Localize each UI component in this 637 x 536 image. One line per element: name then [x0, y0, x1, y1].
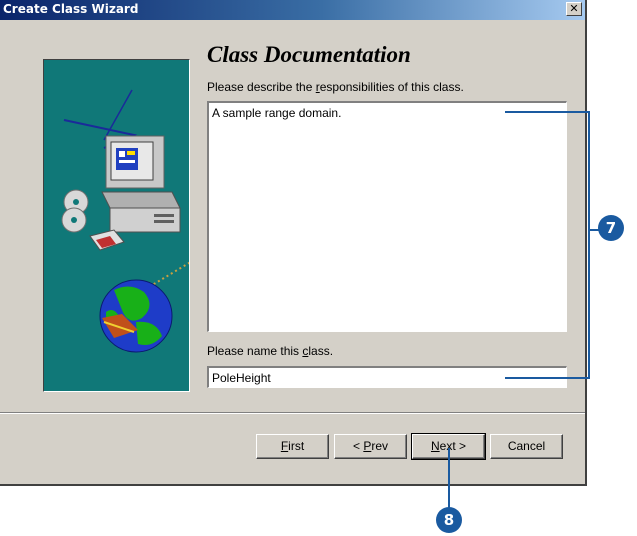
title-bar[interactable]: Create Class Wizard ✕ [0, 0, 585, 20]
description-prompt-text: Please describe the [207, 80, 316, 94]
cancel-label: Cancel [507, 439, 546, 453]
description-textarea[interactable]: A sample range domain. [207, 101, 567, 332]
callout-7-bracket [588, 111, 590, 379]
description-value: A sample range domain. [212, 106, 342, 120]
name-prompt-text-end: lass. [308, 344, 334, 358]
page-title: Class Documentation [207, 42, 411, 67]
close-icon: ✕ [569, 2, 579, 15]
class-name-value: PoleHeight [212, 371, 271, 385]
name-prompt: Please name this class. [207, 344, 333, 358]
callout-7-line-top [505, 111, 590, 113]
wizard-dialog: Create Class Wizard ✕ Class Documentatio… [0, 0, 587, 486]
first-button[interactable]: First [256, 434, 329, 459]
prev-label: rev [371, 439, 389, 453]
next-mnemonic: N [430, 439, 440, 453]
callout-7-line-bottom [505, 377, 590, 379]
description-prompt-text-end: esponsibilities of this class. [319, 80, 464, 94]
callout-8-line [448, 448, 450, 510]
callout-7-badge: 7 [598, 215, 624, 241]
footer-separator [0, 412, 585, 414]
prev-arrow: < [352, 439, 364, 453]
next-label: ext > [439, 439, 467, 453]
description-prompt: Please describe the responsibilities of … [207, 80, 464, 94]
close-button[interactable]: ✕ [566, 2, 582, 16]
window-title: Create Class Wizard [3, 2, 139, 16]
computer-globe-illustration [61, 89, 189, 353]
wizard-illustration-panel [43, 59, 190, 392]
prev-button[interactable]: < Prev [334, 434, 407, 459]
name-prompt-text: Please name this [207, 344, 303, 358]
callout-8-badge: 8 [436, 507, 462, 533]
cancel-button[interactable]: Cancel [490, 434, 563, 459]
first-label: irst [288, 439, 305, 453]
